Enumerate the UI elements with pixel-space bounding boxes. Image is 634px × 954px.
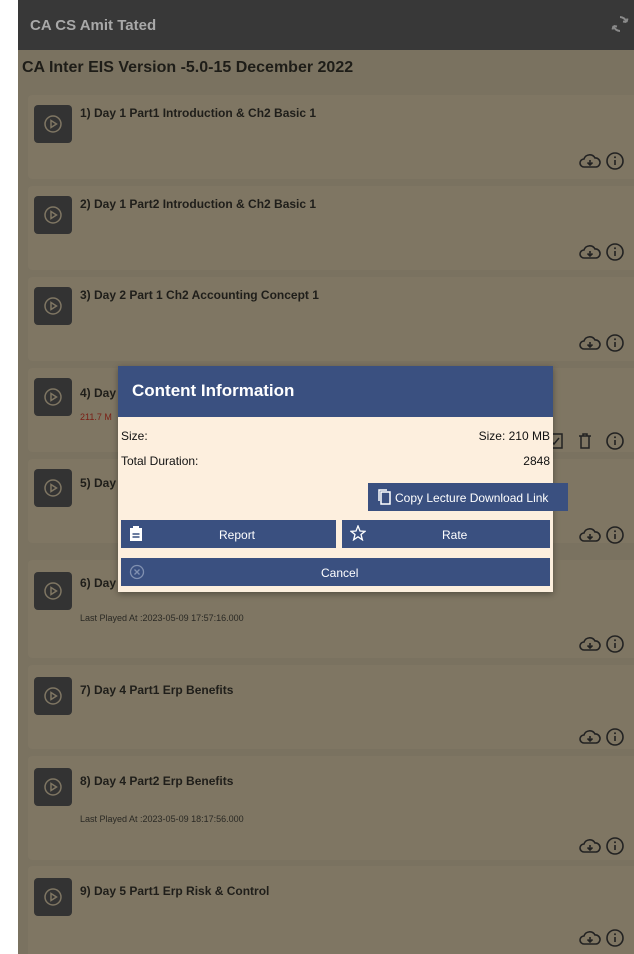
cancel-circle-icon [129,564,145,580]
cloud-download-icon[interactable] [579,636,601,652]
info-icon[interactable] [605,836,625,856]
play-icon [44,479,62,497]
cloud-download-icon[interactable] [579,729,601,745]
lecture-title: 3) Day 2 Part 1 Ch2 Accounting Concept 1 [80,288,319,302]
lecture-title: 4) Day [80,386,117,400]
copy-download-link-label: Copy Lecture Download Link [395,491,549,505]
play-button[interactable] [34,105,72,143]
play-icon [44,115,62,133]
cancel-label: Cancel [321,566,359,580]
info-icon[interactable] [605,525,625,545]
app-bar: CA CS Amit Tated [18,0,634,50]
play-button[interactable] [34,469,72,507]
lecture-card[interactable]: 7) Day 4 Part1 Erp Benefits [28,665,634,749]
info-icon[interactable] [605,431,625,451]
play-button[interactable] [34,196,72,234]
trash-icon[interactable] [577,432,593,450]
lecture-title: 2) Day 1 Part2 Introduction & Ch2 Basic … [80,197,317,211]
cloud-download-icon[interactable] [579,335,601,351]
cloud-download-icon[interactable] [579,153,601,169]
dialog-header: Content Information [118,366,553,417]
lecture-title: 8) Day 4 Part2 Erp Benefits [80,774,234,788]
play-button[interactable] [34,287,72,325]
play-icon [44,778,62,796]
cloud-download-icon[interactable] [579,930,601,946]
cancel-button[interactable]: Cancel [121,558,550,586]
duration-value: 2848 [523,454,550,468]
info-icon[interactable] [605,727,625,747]
info-icon[interactable] [605,928,625,948]
lecture-title: 7) Day 4 Part1 Erp Benefits [80,683,234,697]
app-title: CA CS Amit Tated [30,17,157,34]
play-button[interactable] [34,878,72,916]
play-icon [44,687,62,705]
lecture-card[interactable]: 3) Day 2 Part 1 Ch2 Accounting Concept 1 [28,277,634,361]
duration-label: Total Duration: [121,454,199,468]
content-information-dialog: Content Information Size: Size: 210 MB T… [118,366,568,592]
copy-icon [378,489,391,505]
course-header: CA Inter EIS Version -5.0-15 December 20… [18,50,634,88]
dialog-title: Content Information [132,381,295,400]
report-button[interactable]: Report [121,520,336,548]
cloud-download-icon[interactable] [579,838,601,854]
lecture-title: 6) Day [80,576,117,590]
lecture-size: 211.7 M [80,412,112,422]
course-title: CA Inter EIS Version -5.0-15 December 20… [22,59,354,76]
play-icon [44,888,62,906]
play-icon [44,206,62,224]
size-value: Size: 210 MB [478,429,550,443]
sync-icon[interactable] [610,14,630,34]
cloud-download-icon[interactable] [579,244,601,260]
lecture-card[interactable]: 8) Day 4 Part2 Erp Benefits Last Played … [28,756,634,860]
info-icon[interactable] [605,242,625,262]
copy-download-link-button[interactable]: Copy Lecture Download Link [368,483,568,511]
info-icon[interactable] [605,333,625,353]
rate-label: Rate [442,528,468,542]
play-button[interactable] [34,378,72,416]
lecture-card[interactable]: 9) Day 5 Part1 Erp Risk & Control [28,866,634,954]
play-icon [44,388,62,406]
app-screen: CA CS Amit Tated CA Inter EIS Version -5… [18,0,634,954]
last-played: Last Played At :2023-05-09 18:17:56.000 [80,814,244,824]
lecture-title: 5) Day [80,476,117,490]
rate-button[interactable]: Rate [342,520,550,548]
star-icon [350,525,366,541]
cloud-download-icon[interactable] [579,527,601,543]
lecture-title: 9) Day 5 Part1 Erp Risk & Control [80,884,270,898]
play-button[interactable] [34,572,72,610]
play-icon [44,297,62,315]
lecture-title: 1) Day 1 Part1 Introduction & Ch2 Basic … [80,106,317,120]
info-icon[interactable] [605,151,625,171]
play-button[interactable] [34,768,72,806]
lecture-card[interactable]: 1) Day 1 Part1 Introduction & Ch2 Basic … [28,95,634,179]
last-played: Last Played At :2023-05-09 17:57:16.000 [80,613,244,623]
lecture-card[interactable]: 2) Day 1 Part2 Introduction & Ch2 Basic … [28,186,634,270]
play-button[interactable] [34,677,72,715]
clipboard-icon [130,526,142,541]
info-icon[interactable] [605,634,625,654]
play-icon [44,582,62,600]
report-label: Report [219,528,256,542]
size-label: Size: [121,429,148,443]
